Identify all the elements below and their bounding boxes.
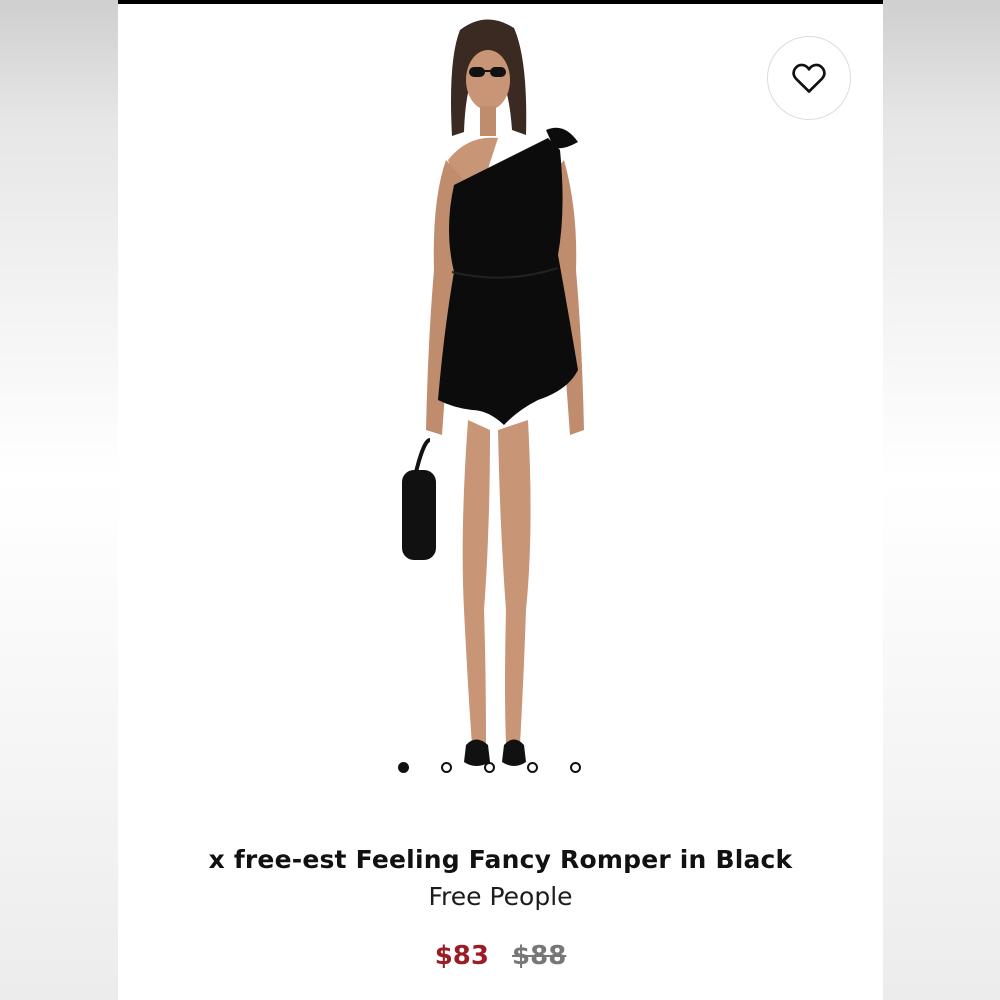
carousel-dot-4[interactable] (527, 762, 538, 773)
background-right (882, 0, 1000, 1000)
image-carousel-dots (398, 762, 581, 773)
background-left (0, 0, 118, 1000)
top-divider (118, 0, 883, 4)
product-brand[interactable]: Free People (118, 882, 883, 911)
sale-price: $83 (434, 941, 489, 971)
product-card: x free-est Feeling Fancy Romper in Black… (118, 0, 883, 1000)
price-block: $83 $88 (118, 941, 883, 971)
carousel-dot-5[interactable] (570, 762, 581, 773)
carousel-dot-2[interactable] (441, 762, 452, 773)
product-title: x free-est Feeling Fancy Romper in Black (208, 845, 793, 874)
heart-icon (792, 63, 826, 93)
product-image[interactable] (368, 10, 598, 790)
carousel-dot-1[interactable] (398, 762, 409, 773)
carousel-dot-3[interactable] (484, 762, 495, 773)
wishlist-button[interactable] (767, 36, 851, 120)
original-price: $88 (512, 941, 567, 971)
